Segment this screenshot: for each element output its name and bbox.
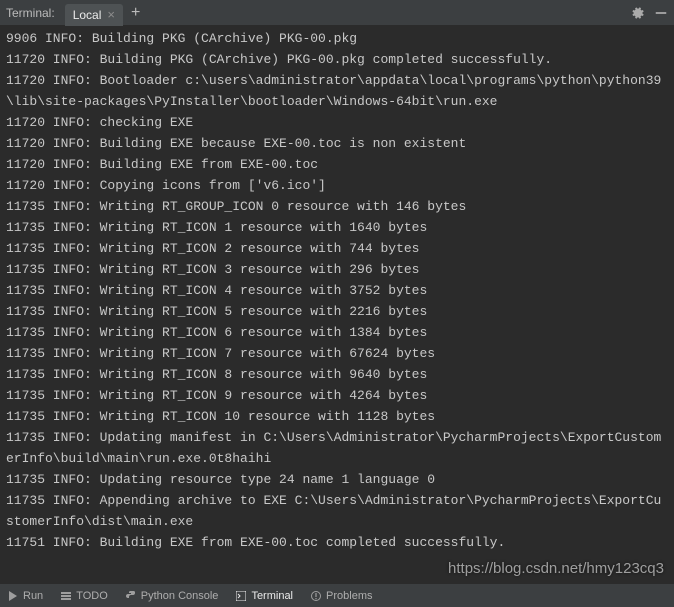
terminal-header: Terminal: Local × + (0, 0, 674, 26)
toolwindow-run[interactable]: Run (8, 590, 43, 602)
play-icon (8, 591, 18, 601)
python-icon (126, 591, 136, 601)
toolwindow-python-console-label: Python Console (141, 590, 219, 602)
toolwindow-terminal[interactable]: Terminal (236, 590, 293, 602)
terminal-icon (236, 591, 246, 601)
close-icon[interactable]: × (107, 8, 115, 21)
problems-icon (311, 591, 321, 601)
toolwindow-python-console[interactable]: Python Console (126, 590, 219, 602)
toolwindow-run-label: Run (23, 590, 43, 602)
toolwindow-terminal-label: Terminal (251, 590, 293, 602)
tool-window-bar: Run TODO Python Console Terminal Problem… (0, 583, 674, 607)
toolwindow-todo-label: TODO (76, 590, 108, 602)
terminal-output[interactable]: 9906 INFO: Building PKG (CArchive) PKG-0… (0, 26, 674, 581)
terminal-tab-local[interactable]: Local × (65, 4, 123, 26)
toolwindow-problems[interactable]: Problems (311, 590, 372, 602)
tab-label: Local (73, 8, 102, 22)
todo-icon (61, 591, 71, 601)
toolwindow-problems-label: Problems (326, 590, 372, 602)
watermark: https://blog.csdn.net/hmy123cq3 (448, 560, 664, 577)
minimize-icon[interactable] (654, 6, 668, 20)
toolwindow-todo[interactable]: TODO (61, 590, 108, 602)
panel-title: Terminal: (6, 6, 55, 20)
gear-icon[interactable] (630, 6, 644, 20)
add-tab-button[interactable]: + (131, 5, 140, 21)
